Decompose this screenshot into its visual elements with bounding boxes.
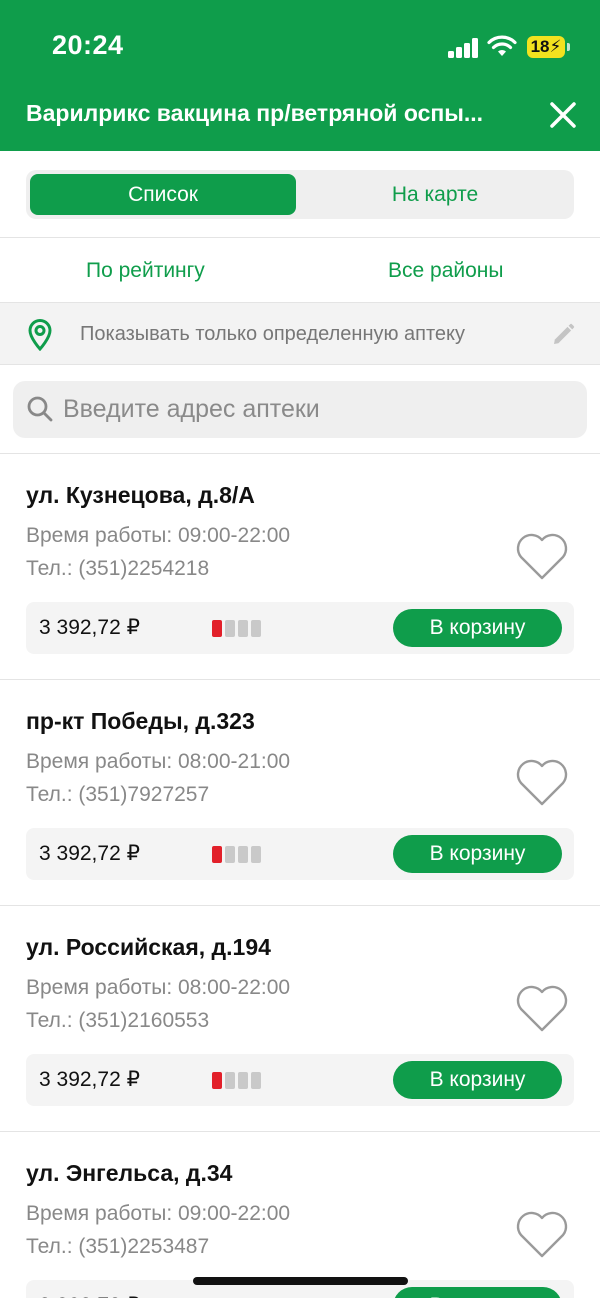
wifi-icon: [487, 35, 517, 56]
sort-filter[interactable]: По рейтингу: [86, 238, 205, 303]
pharmacy-phone[interactable]: Тел.: (351)2254218: [26, 557, 209, 581]
search-box: [13, 381, 587, 438]
search-input[interactable]: [63, 381, 573, 438]
pharmacy-card: ул. Кузнецова, д.8/А Время работы: 09:00…: [0, 454, 600, 680]
view-toggle-section: Список На карте: [0, 151, 600, 238]
pencil-icon[interactable]: [551, 323, 575, 347]
pharmacy-hours: Время работы: 08:00-22:00: [26, 976, 291, 999]
price: 3 392,72 ₽: [39, 616, 140, 639]
price-bar: 3 392,72 ₽ В корзину: [26, 1054, 574, 1106]
search-icon: [27, 396, 53, 422]
district-filter[interactable]: Все районы: [388, 238, 503, 303]
stock-indicator: [212, 846, 262, 863]
pharmacy-address: пр-кт Победы, д.323: [26, 708, 255, 734]
heart-icon[interactable]: [514, 530, 570, 582]
search-section: [0, 365, 600, 454]
filters-bar: По рейтингу Все районы: [0, 238, 600, 303]
heart-icon[interactable]: [514, 1208, 570, 1260]
price-bar: 3 392,72 ₽ В корзину: [26, 602, 574, 654]
add-to-cart-button[interactable]: В корзину: [393, 1287, 562, 1298]
only-pharmacy-row[interactable]: Показывать только определенную аптеку: [0, 303, 600, 365]
add-to-cart-button[interactable]: В корзину: [393, 1061, 562, 1099]
cellular-signal-icon: [448, 38, 480, 58]
close-icon[interactable]: [546, 98, 580, 132]
pharmacy-phone[interactable]: Тел.: (351)2160553: [26, 1009, 209, 1033]
pharmacy-phone[interactable]: Тел.: (351)7927257: [26, 783, 209, 807]
add-to-cart-button[interactable]: В корзину: [393, 609, 562, 647]
location-pin-icon: [28, 319, 52, 351]
status-bar: 20:24 18⚡: [0, 0, 600, 90]
add-to-cart-button[interactable]: В корзину: [393, 835, 562, 873]
price-bar: 3 392,72 ₽ В корзину: [26, 828, 574, 880]
pharmacy-hours: Время работы: 09:00-22:00: [26, 524, 291, 547]
stock-indicator: [212, 1072, 262, 1089]
price: 3 392,72 ₽: [39, 1068, 140, 1091]
heart-icon[interactable]: [514, 756, 570, 808]
status-time: 20:24: [52, 30, 124, 60]
price: 3 392,72 ₽: [39, 842, 140, 865]
price: 3 392,72 ₽: [39, 1280, 140, 1298]
only-pharmacy-label: Показывать только определенную аптеку: [80, 323, 466, 345]
tab-map[interactable]: На карте: [300, 174, 570, 215]
view-toggle: Список На карте: [26, 170, 574, 219]
pharmacy-list: ул. Кузнецова, д.8/А Время работы: 09:00…: [0, 454, 600, 1298]
app-header: 20:24 18⚡ Варилрикс вакцина пр/ветряной …: [0, 0, 600, 151]
home-indicator[interactable]: [193, 1277, 408, 1285]
pharmacy-address: ул. Кузнецова, д.8/А: [26, 482, 255, 508]
pharmacy-card: пр-кт Победы, д.323 Время работы: 08:00-…: [0, 680, 600, 906]
battery-level: 18: [530, 37, 550, 56]
pharmacy-card: ул. Российская, д.194 Время работы: 08:0…: [0, 906, 600, 1132]
pharmacy-address: ул. Энгельса, д.34: [26, 1160, 233, 1186]
battery-icon: 18⚡: [527, 36, 570, 58]
pharmacy-phone[interactable]: Тел.: (351)2253487: [26, 1235, 209, 1259]
stock-indicator: [212, 620, 262, 637]
tab-list[interactable]: Список: [30, 174, 296, 215]
pharmacy-address: ул. Российская, д.194: [26, 934, 271, 960]
pharmacy-hours: Время работы: 09:00-22:00: [26, 1202, 291, 1225]
heart-icon[interactable]: [514, 982, 570, 1034]
pharmacy-card: ул. Энгельса, д.34 Время работы: 09:00-2…: [0, 1132, 600, 1298]
pharmacy-hours: Время работы: 08:00-21:00: [26, 750, 291, 773]
page-title: Варилрикс вакцина пр/ветряной оспы...: [26, 100, 484, 126]
